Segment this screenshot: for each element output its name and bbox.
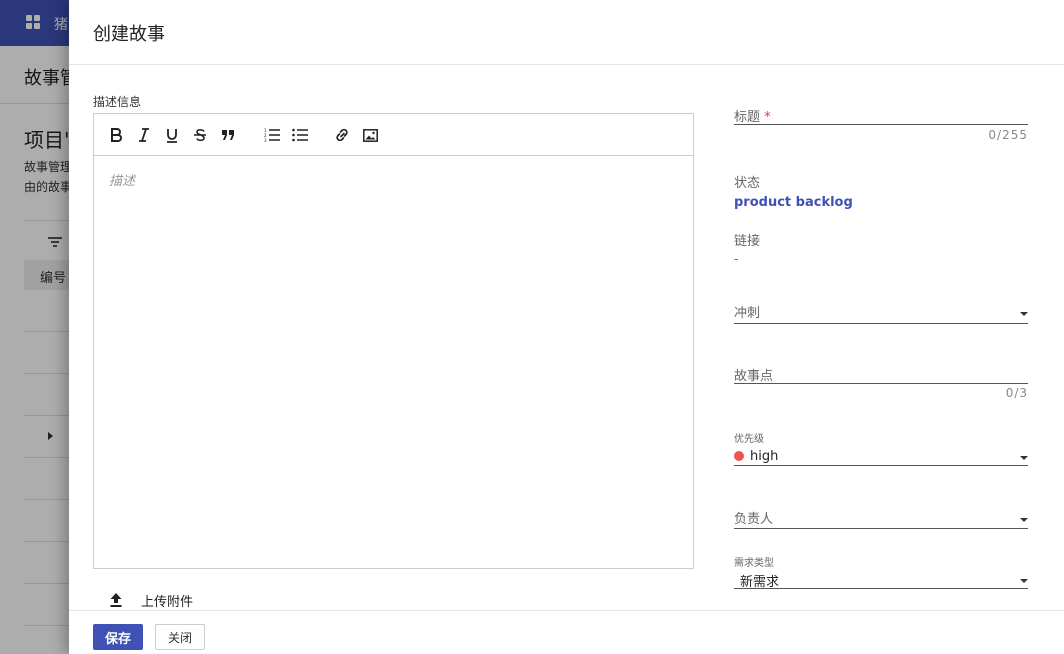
editor-toolbar: 123 bbox=[94, 114, 693, 156]
description-placeholder: 描述 bbox=[109, 174, 136, 189]
chevron-down-icon bbox=[1020, 518, 1028, 522]
svg-text:3: 3 bbox=[264, 138, 267, 142]
chevron-down-icon bbox=[1020, 312, 1028, 316]
priority-label: 优先级 bbox=[734, 434, 764, 445]
description-editor[interactable]: 描述 bbox=[94, 156, 693, 568]
image-icon[interactable] bbox=[359, 124, 381, 146]
assignee-select[interactable]: 负责人 bbox=[734, 508, 1028, 532]
story-points-counter: 0/3 bbox=[1005, 386, 1028, 400]
priority-value: high bbox=[734, 449, 1028, 464]
ordered-list-icon[interactable]: 123 bbox=[261, 124, 283, 146]
priority-select[interactable]: 优先级 high bbox=[734, 430, 1028, 468]
dialog-title: 创建故事 bbox=[93, 24, 165, 45]
close-button[interactable]: 关闭 bbox=[155, 624, 205, 650]
rich-text-editor: 123 描述 bbox=[93, 113, 694, 569]
quote-icon[interactable] bbox=[217, 124, 239, 146]
bold-icon[interactable] bbox=[105, 124, 127, 146]
underline-icon[interactable] bbox=[161, 124, 183, 146]
strikethrough-icon[interactable] bbox=[189, 124, 211, 146]
chevron-down-icon bbox=[1020, 456, 1028, 460]
dialog-header: 创建故事 bbox=[69, 0, 1064, 65]
title-counter: 0/255 bbox=[988, 128, 1028, 142]
dialog-footer: 保存 关闭 bbox=[69, 610, 1064, 654]
description-label: 描述信息 bbox=[93, 95, 142, 109]
link-label: 链接 bbox=[734, 234, 761, 249]
upload-attachment-button[interactable]: 上传附件 bbox=[109, 590, 193, 610]
requirement-type-label: 需求类型 bbox=[734, 558, 774, 569]
link-icon[interactable] bbox=[331, 124, 353, 146]
link-value: - bbox=[734, 252, 739, 266]
title-field[interactable]: 标题 * 0/255 bbox=[734, 106, 1028, 146]
save-button[interactable]: 保存 bbox=[93, 624, 143, 650]
required-mark: * bbox=[764, 110, 771, 125]
story-points-field[interactable]: 故事点 0/3 bbox=[734, 365, 1028, 405]
story-points-label: 故事点 bbox=[734, 369, 774, 384]
upload-icon bbox=[110, 593, 122, 607]
priority-dot-icon bbox=[734, 451, 744, 461]
upload-attachment-label: 上传附件 bbox=[141, 594, 194, 610]
sprint-select[interactable]: 冲刺 bbox=[734, 302, 1028, 326]
status-label: 状态 bbox=[734, 176, 761, 191]
status-value[interactable]: product backlog bbox=[734, 195, 1028, 210]
assignee-label: 负责人 bbox=[734, 512, 774, 527]
sprint-label: 冲刺 bbox=[734, 306, 761, 321]
title-label: 标题 * bbox=[734, 110, 771, 125]
italic-icon[interactable] bbox=[133, 124, 155, 146]
bullet-list-icon[interactable] bbox=[289, 124, 311, 146]
chevron-down-icon bbox=[1020, 579, 1028, 583]
status-field: 状态 product backlog bbox=[734, 172, 1028, 212]
requirement-type-select[interactable]: 需求类型 新需求 bbox=[734, 554, 1028, 590]
link-field: 链接 - bbox=[734, 230, 1028, 266]
create-story-dialog: 创建故事 描述信息 123 描述 上传附件 标题 * 0/255 状态 prod… bbox=[69, 0, 1064, 654]
